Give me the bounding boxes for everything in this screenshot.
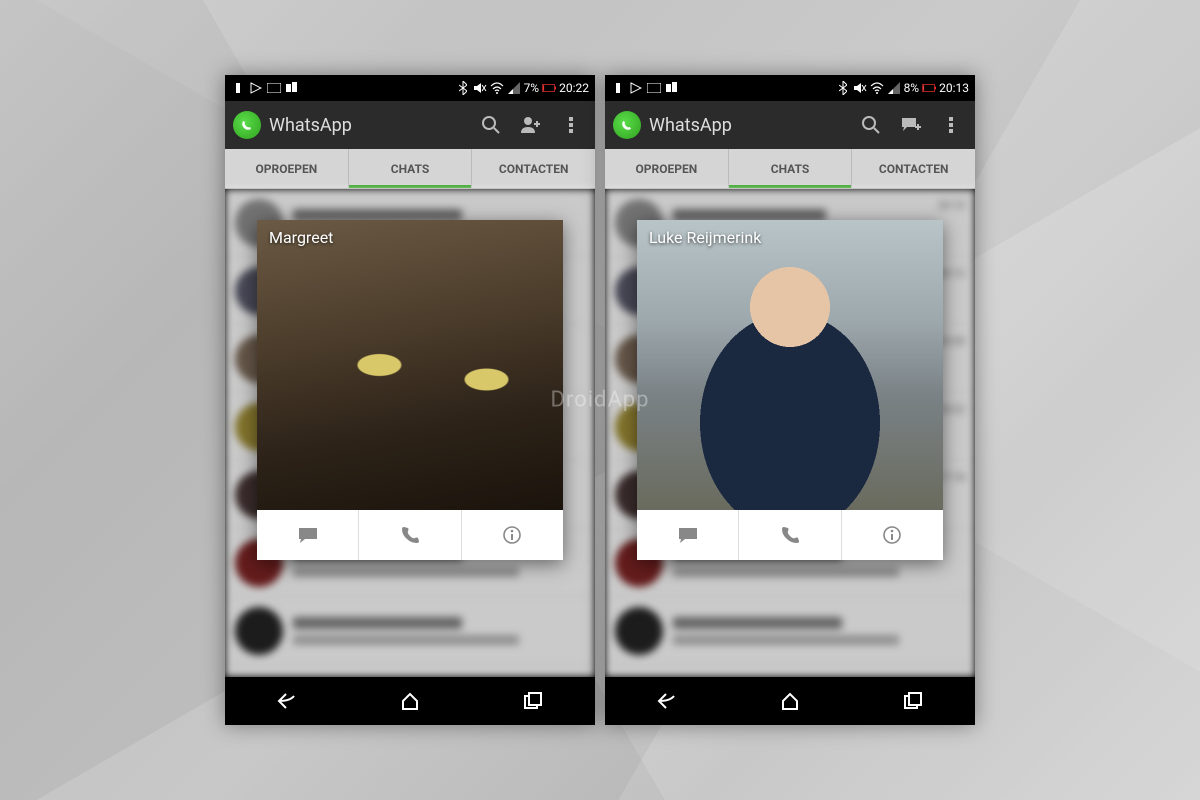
tab-contacts[interactable]: CONTACTEN: [472, 149, 595, 188]
app-title: WhatsApp: [269, 115, 467, 136]
battery-percent: 8%: [904, 81, 920, 95]
contact-popup: Luke Reijmerink: [637, 220, 943, 560]
bluetooth-icon: [836, 81, 850, 95]
app-action-bar: WhatsApp: [605, 101, 975, 149]
tab-chats[interactable]: CHATS: [729, 149, 853, 188]
battery-icon: [922, 81, 936, 95]
tab-bar: OPROEPEN CHATS CONTACTEN: [225, 149, 595, 189]
phone-left: 7% 20:22 WhatsApp OPROEPEN CHATS CONTA: [225, 75, 595, 725]
notification-icon: [285, 81, 299, 95]
contact-action-bar: [637, 510, 943, 560]
notification-icon: [231, 81, 245, 95]
info-button[interactable]: [462, 510, 563, 560]
signal-icon: [887, 81, 901, 95]
message-button[interactable]: [637, 510, 739, 560]
home-button[interactable]: [776, 687, 804, 715]
phone-right: 8% 20:13 WhatsApp OPROEPEN CHATS CONTA: [605, 75, 975, 725]
notification-icon: [249, 81, 263, 95]
mute-icon: [853, 81, 867, 95]
contact-action-bar: [257, 510, 563, 560]
clock: 20:22: [559, 81, 589, 95]
app-title: WhatsApp: [649, 115, 847, 136]
status-right-icons: 8% 20:13: [836, 81, 969, 95]
whatsapp-logo-icon: [613, 111, 641, 139]
list-item[interactable]: [605, 597, 975, 665]
new-chat-button[interactable]: [895, 109, 927, 141]
back-button[interactable]: [273, 687, 301, 715]
status-left-icons: [231, 81, 299, 95]
notification-icon: [647, 81, 661, 95]
message-button[interactable]: [257, 510, 359, 560]
android-nav-bar: [605, 677, 975, 725]
signal-icon: [507, 81, 521, 95]
status-bar: 7% 20:22: [225, 75, 595, 101]
tab-calls[interactable]: OPROEPEN: [225, 149, 349, 188]
search-button[interactable]: [855, 109, 887, 141]
call-button[interactable]: [359, 510, 461, 560]
recent-apps-button[interactable]: [519, 687, 547, 715]
bluetooth-icon: [456, 81, 470, 95]
mute-icon: [473, 81, 487, 95]
status-left-icons: [611, 81, 679, 95]
contact-popup: Margreet: [257, 220, 563, 560]
notification-icon: [629, 81, 643, 95]
contact-name: Luke Reijmerink: [649, 228, 761, 247]
contact-photo[interactable]: Margreet: [257, 220, 563, 510]
add-contact-button[interactable]: [515, 109, 547, 141]
wifi-icon: [870, 81, 884, 95]
clock: 20:13: [939, 81, 969, 95]
status-bar: 8% 20:13: [605, 75, 975, 101]
phones-container: 7% 20:22 WhatsApp OPROEPEN CHATS CONTA: [0, 75, 1200, 725]
tab-chats[interactable]: CHATS: [349, 149, 473, 188]
tab-calls[interactable]: OPROEPEN: [605, 149, 729, 188]
overflow-menu-button[interactable]: [555, 109, 587, 141]
home-button[interactable]: [396, 687, 424, 715]
tab-bar: OPROEPEN CHATS CONTACTEN: [605, 149, 975, 189]
info-button[interactable]: [842, 510, 943, 560]
contact-photo[interactable]: Luke Reijmerink: [637, 220, 943, 510]
recent-apps-button[interactable]: [899, 687, 927, 715]
notification-icon: [611, 81, 625, 95]
call-button[interactable]: [739, 510, 841, 560]
battery-icon: [542, 81, 556, 95]
back-button[interactable]: [653, 687, 681, 715]
app-action-bar: WhatsApp: [225, 101, 595, 149]
tab-contacts[interactable]: CONTACTEN: [852, 149, 975, 188]
whatsapp-logo-icon: [233, 111, 261, 139]
wifi-icon: [490, 81, 504, 95]
overflow-menu-button[interactable]: [935, 109, 967, 141]
status-right-icons: 7% 20:22: [456, 81, 589, 95]
android-nav-bar: [225, 677, 595, 725]
contact-name: Margreet: [269, 228, 333, 247]
notification-icon: [665, 81, 679, 95]
notification-icon: [267, 81, 281, 95]
battery-percent: 7%: [524, 81, 540, 95]
search-button[interactable]: [475, 109, 507, 141]
list-item[interactable]: [225, 597, 595, 665]
